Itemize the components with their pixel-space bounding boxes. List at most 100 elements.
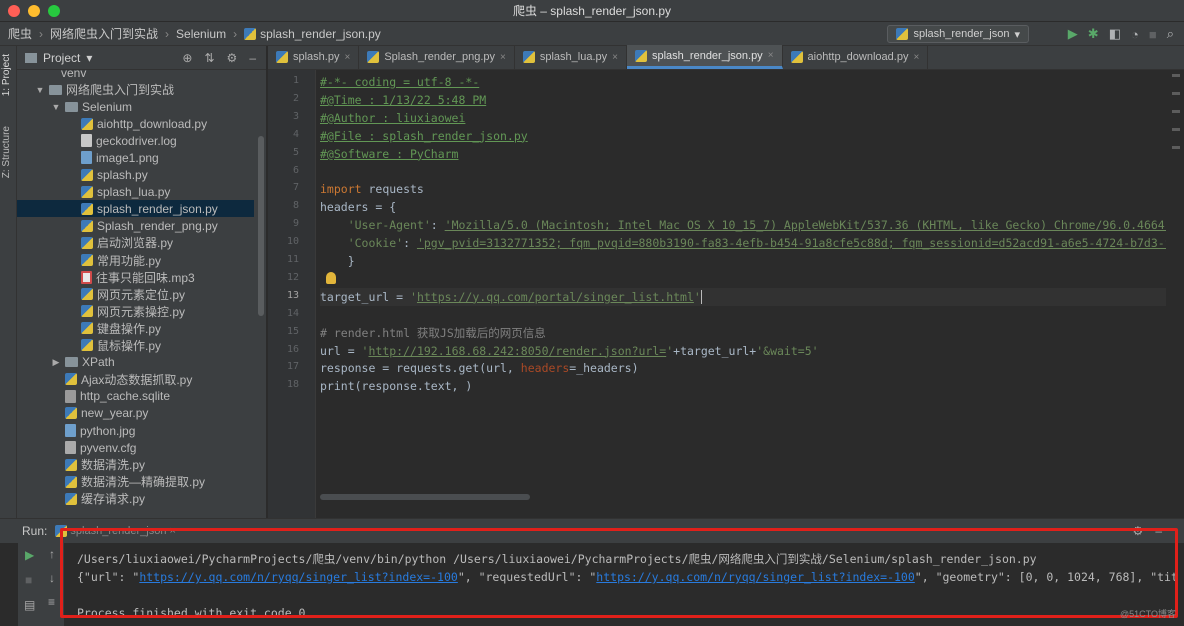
close-icon[interactable]: ×: [500, 52, 506, 63]
tree-file[interactable]: image1.png: [17, 149, 254, 166]
tree-file[interactable]: 数据清洗.py: [17, 456, 254, 473]
close-icon[interactable]: ×: [768, 50, 774, 61]
run-output[interactable]: /Users/liuxiaowei/PycharmProjects/爬虫/ven…: [69, 543, 1178, 626]
code-token: response = requests.get(url,: [320, 361, 521, 375]
rerun-icon[interactable]: ▶: [25, 548, 34, 562]
code-area[interactable]: #-*- coding = utf-8 -*-#@Time : 1/13/22 …: [320, 70, 1166, 518]
stop-icon[interactable]: ■: [25, 573, 32, 587]
line-number: 14: [287, 308, 299, 319]
close-window-button[interactable]: [8, 5, 20, 17]
code-line[interactable]: #@File : splash_render_json.py: [320, 127, 528, 145]
locate-icon[interactable]: ⊕: [182, 51, 192, 65]
stop-icon[interactable]: ■: [1149, 27, 1157, 42]
minimize-window-button[interactable]: [28, 5, 40, 17]
tree-folder[interactable]: ▼Selenium: [17, 98, 254, 115]
tree-folder[interactable]: ▶XPath: [17, 354, 254, 371]
tree-file[interactable]: python.jpg: [17, 422, 254, 439]
tab-project-tool[interactable]: 1: Project: [1, 54, 12, 96]
tree-item-label: new_year.py: [81, 406, 148, 420]
tree-file[interactable]: http_cache.sqlite: [17, 388, 254, 405]
code-line[interactable]: }: [320, 252, 355, 270]
output-link[interactable]: https://y.qq.com/n/ryqq/singer_list?inde…: [139, 570, 458, 584]
editor-tab[interactable]: splash_render_json.py×: [627, 45, 783, 69]
tree-file[interactable]: 数据清洗—精确提取.py: [17, 473, 254, 490]
code-line[interactable]: 'User-Agent': 'Mozilla/5.0 (Macintosh; I…: [320, 216, 1166, 234]
breadcrumb-project[interactable]: 爬虫: [8, 25, 32, 42]
close-icon[interactable]: ×: [913, 52, 919, 63]
layout-icon[interactable]: ▤: [24, 598, 35, 612]
breadcrumb-folder[interactable]: 网络爬虫入门到实战: [50, 25, 158, 42]
editor-tab[interactable]: Splash_render_png.py×: [359, 45, 515, 69]
arrow-down-icon[interactable]: ↓: [49, 571, 55, 585]
tree-file[interactable]: new_year.py: [17, 405, 254, 422]
output-link[interactable]: https://y.qq.com/n/ryqq/singer_list?inde…: [596, 570, 915, 584]
breadcrumb-file[interactable]: splash_render_json.py: [260, 27, 381, 41]
tree-file[interactable]: 网页元素定位.py: [17, 286, 254, 303]
code-editor: splash.py×Splash_render_png.py×splash_lu…: [268, 46, 1184, 518]
arrow-up-icon[interactable]: ↑: [49, 547, 55, 561]
run-icon[interactable]: ▶: [1068, 26, 1078, 42]
tree-file[interactable]: 启动浏览器.py: [17, 234, 254, 251]
expanded-arrow-icon[interactable]: ▼: [51, 102, 61, 112]
hide-panel-icon[interactable]: –: [249, 51, 256, 65]
tree-file[interactable]: splash_render_json.py: [17, 200, 254, 217]
coverage-icon[interactable]: ◧: [1109, 26, 1121, 42]
close-icon[interactable]: ×: [612, 52, 618, 63]
chevron-down-icon[interactable]: ▾: [86, 51, 92, 65]
close-icon[interactable]: ×: [344, 52, 350, 63]
hide-panel-icon[interactable]: –: [1155, 524, 1162, 538]
code-line[interactable]: #@Software : PyCharm: [320, 145, 458, 163]
gear-icon[interactable]: ⚙: [227, 51, 238, 65]
code-line[interactable]: response = requests.get(url, headers=_he…: [320, 359, 639, 377]
debug-icon[interactable]: ✱: [1088, 26, 1099, 42]
maximize-window-button[interactable]: [48, 5, 60, 17]
tree-file[interactable]: 往事只能回味.mp3: [17, 269, 254, 286]
code-line[interactable]: headers = {: [320, 198, 396, 216]
collapse-all-icon[interactable]: ⇅: [204, 51, 214, 65]
tree-file[interactable]: 鼠标操作.py: [17, 337, 254, 354]
tree-file[interactable]: pyvenv.cfg: [17, 439, 254, 456]
tree-file[interactable]: geckodriver.log: [17, 132, 254, 149]
tree-item-truncated[interactable]: venv: [17, 70, 254, 81]
tree-file[interactable]: splash.py: [17, 166, 254, 183]
code-line[interactable]: #-*- coding = utf-8 -*-: [320, 73, 479, 91]
error-stripe[interactable]: [1172, 74, 1180, 164]
profile-icon[interactable]: ◔: [1131, 27, 1139, 42]
search-icon[interactable]: ⌕: [1167, 26, 1174, 42]
code-line[interactable]: url = 'http://192.168.68.242:8050/render…: [320, 342, 819, 360]
editor-tab[interactable]: splash.py×: [268, 45, 359, 69]
code-line[interactable]: # render.html 获取JS加载后的网页信息: [320, 324, 546, 342]
gear-icon[interactable]: ⚙: [1133, 524, 1144, 538]
run-toolbar: ▶ ✱ ◧ ◔ ■ ⌕: [1068, 26, 1174, 42]
tree-file[interactable]: Ajax动态数据抓取.py: [17, 371, 254, 388]
expanded-arrow-icon[interactable]: ▼: [35, 85, 45, 95]
code-line[interactable]: import requests: [320, 180, 424, 198]
tree-file[interactable]: 常用功能.py: [17, 252, 254, 269]
tree-file[interactable]: 键盘操作.py: [17, 320, 254, 337]
tree-file[interactable]: splash_lua.py: [17, 183, 254, 200]
tree-folder[interactable]: ▼网络爬虫入门到实战: [17, 81, 254, 98]
code-line[interactable]: #@Author : liuxiaowei: [320, 109, 465, 127]
code-line[interactable]: target_url = 'https://y.qq.com/portal/si…: [320, 288, 702, 306]
run-tab[interactable]: splash_render_json ×: [55, 525, 176, 537]
code-line[interactable]: #@Time : 1/13/22 5:48 PM: [320, 91, 486, 109]
code-line[interactable]: print(response.text, ): [320, 377, 472, 395]
tree-scrollbar[interactable]: [258, 136, 264, 316]
wrap-icon[interactable]: ≡: [48, 595, 55, 609]
tree-file[interactable]: Splash_render_png.py: [17, 217, 254, 234]
tree-file[interactable]: aiohttp_download.py: [17, 115, 254, 132]
collapsed-arrow-icon[interactable]: ▶: [51, 357, 61, 368]
run-configuration-select[interactable]: splash_render_json ▾: [887, 25, 1029, 43]
editor-tab[interactable]: splash_lua.py×: [515, 45, 627, 69]
breadcrumb-subfolder[interactable]: Selenium: [176, 27, 226, 41]
lightbulb-icon[interactable]: [326, 272, 336, 284]
editor-tab[interactable]: aiohttp_download.py×: [783, 45, 929, 69]
code-line[interactable]: 'Cookie': 'pgv_pvid=3132771352; fqm_pvqi…: [320, 234, 1166, 252]
tree-file[interactable]: 网页元素操控.py: [17, 303, 254, 320]
python-file-icon: [65, 476, 77, 488]
close-icon[interactable]: ×: [170, 525, 176, 537]
project-panel-title[interactable]: Project: [43, 51, 80, 65]
tab-structure-tool[interactable]: Z: Structure: [1, 126, 12, 178]
horizontal-scrollbar[interactable]: [320, 494, 530, 500]
tree-file[interactable]: 缓存请求.py: [17, 490, 254, 507]
